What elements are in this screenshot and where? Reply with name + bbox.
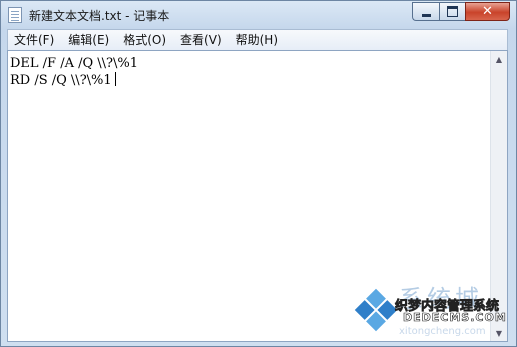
text-line: RD /S /Q \\?\%1 [10,72,489,89]
menu-edit[interactable]: 编辑(E) [61,31,116,49]
text-line-content: DEL /F /A /Q \\?\%1 [10,56,139,71]
menu-view[interactable]: 查看(V) [173,31,229,49]
menu-file[interactable]: 文件(F) [8,31,61,49]
scroll-down-button[interactable]: ▼ [491,325,507,341]
maximize-icon [447,6,458,17]
vertical-scrollbar[interactable]: ▲ ▼ [490,51,507,341]
text-line: DEL /F /A /Q \\?\%1 [10,55,489,72]
menu-format[interactable]: 格式(O) [116,31,173,49]
watermark-brand: 系统城 [399,285,483,313]
windows-logo-icon [354,288,398,332]
text-line-content: RD /S /Q \\?\%1 [10,73,112,88]
minimize-icon [421,13,431,17]
notepad-window: 新建文本文档.txt - 记事本 ✕ 文件(F) 编辑(E) 格式(O) 查看(… [0,0,517,347]
menu-help[interactable]: 帮助(H) [229,31,285,49]
minimize-button[interactable] [412,2,439,21]
chevron-down-icon: ▼ [495,328,503,338]
text-content[interactable]: DEL /F /A /Q \\?\%1 RD /S /Q \\?\%1 [10,55,489,89]
watermark: 系统城 织梦内容管理系统 DEDECMS.COM xitongcheng.com [353,281,506,339]
watermark-site-name: 织梦内容管理系统 [395,299,500,315]
watermark-url: xitongcheng.com [399,326,486,337]
chevron-up-icon: ▲ [495,54,503,64]
window-controls: ✕ [412,2,510,21]
text-editor[interactable]: DEL /F /A /Q \\?\%1 RD /S /Q \\?\%1 ▲ ▼ … [7,50,508,342]
notepad-icon[interactable] [8,7,22,23]
title-bar[interactable]: 新建文本文档.txt - 记事本 ✕ [1,1,516,29]
close-button[interactable]: ✕ [465,2,510,21]
window-title: 新建文本文档.txt - 记事本 [29,9,170,23]
maximize-button[interactable] [439,2,465,21]
scroll-up-button[interactable]: ▲ [491,51,507,67]
menu-bar: 文件(F) 编辑(E) 格式(O) 查看(V) 帮助(H) [7,29,508,50]
text-cursor [114,72,116,86]
close-icon: ✕ [482,4,493,19]
